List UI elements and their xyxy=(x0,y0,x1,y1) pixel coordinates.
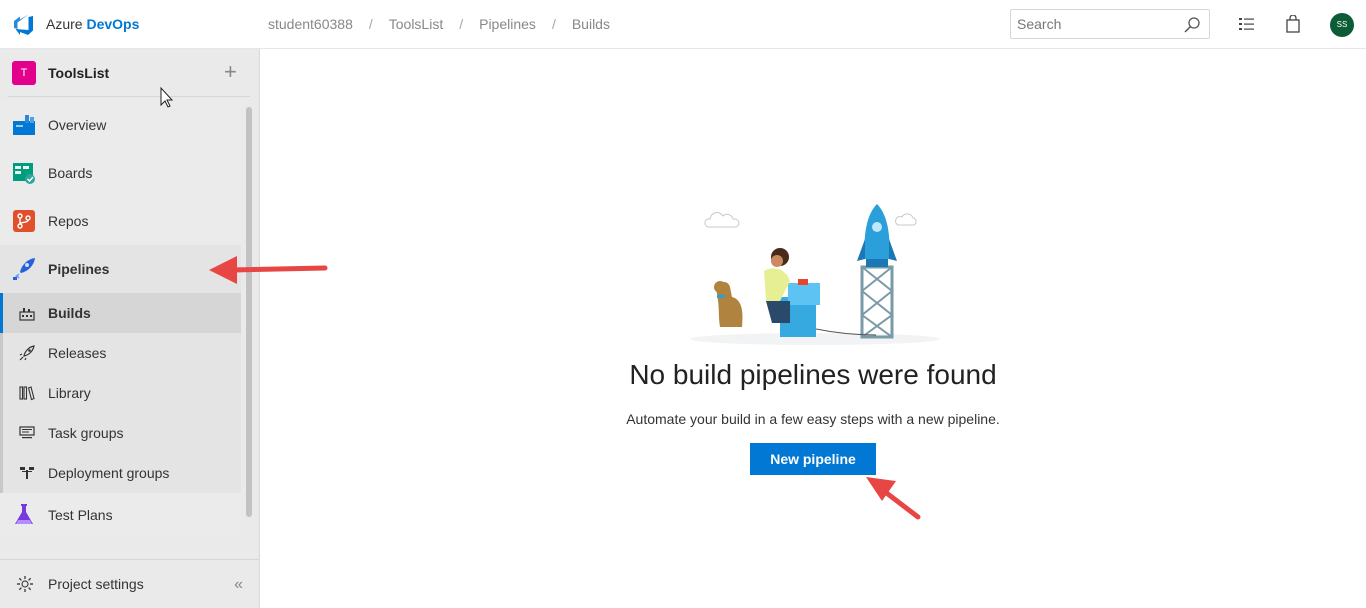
sidebar-item-label: Overview xyxy=(48,117,107,133)
sidebar-subitem-task-groups[interactable]: Task groups xyxy=(0,413,241,453)
azure-devops-logo-icon xyxy=(14,14,33,35)
project-name: ToolsList xyxy=(48,65,110,81)
project-badge: T xyxy=(12,61,36,85)
brand[interactable]: Azure DevOps xyxy=(12,12,139,36)
sidebar-item-label: Repos xyxy=(48,213,89,229)
empty-state-illustration xyxy=(690,204,940,345)
add-icon[interactable]: + xyxy=(224,61,237,83)
pipelines-icon xyxy=(13,258,35,280)
overview-icon xyxy=(13,115,35,135)
sidebar-subitem-library[interactable]: Library xyxy=(0,373,241,413)
empty-state-subtitle: Automate your build in a few easy steps … xyxy=(626,411,1000,427)
user-avatar[interactable]: SS xyxy=(1330,13,1354,37)
repos-icon xyxy=(13,210,35,232)
breadcrumb-separator: / xyxy=(368,16,373,32)
task-groups-icon xyxy=(19,426,35,439)
shopping-bag-icon[interactable] xyxy=(1285,15,1301,33)
breadcrumb-org[interactable]: student60388 xyxy=(268,16,353,32)
sidebar-item-overview[interactable]: Overview xyxy=(0,101,241,149)
breadcrumb-separator: / xyxy=(459,16,464,32)
sidebar-item-test-plans[interactable]: Test Plans xyxy=(0,493,241,537)
sidebar-subitem-label: Releases xyxy=(48,345,107,361)
search-box xyxy=(1010,9,1210,39)
sidebar-subitem-releases[interactable]: Releases xyxy=(0,333,241,373)
deployment-groups-icon xyxy=(20,467,34,479)
brand-text: Azure DevOps xyxy=(46,16,139,32)
boards-icon xyxy=(13,163,35,184)
breadcrumb-builds[interactable]: Builds xyxy=(572,16,610,32)
search-input[interactable] xyxy=(1011,10,1176,38)
brand-suffix: DevOps xyxy=(86,16,140,32)
top-bar: Azure DevOps student60388 / ToolsList / … xyxy=(0,0,1366,49)
sidebar-item-label: Test Plans xyxy=(48,507,113,523)
sidebar-subitem-label: Builds xyxy=(48,305,91,321)
sidebar-item-pipelines[interactable]: Pipelines xyxy=(0,245,241,293)
brand-prefix: Azure xyxy=(46,16,83,32)
nav-list: Overview Boards Repos Pipelines Builds R… xyxy=(0,101,241,537)
main-content: No build pipelines were found Automate y… xyxy=(260,49,1366,608)
sidebar-subitem-builds[interactable]: Builds xyxy=(0,293,241,333)
sidebar-subitem-label: Library xyxy=(48,385,91,401)
new-pipeline-button[interactable]: New pipeline xyxy=(750,443,876,475)
sidebar-item-repos[interactable]: Repos xyxy=(0,197,241,245)
search-icon[interactable] xyxy=(1183,16,1201,34)
project-header[interactable]: T ToolsList xyxy=(12,61,109,85)
divider xyxy=(8,96,250,97)
sidebar-subitem-label: Deployment groups xyxy=(48,465,170,481)
breadcrumb-pipelines[interactable]: Pipelines xyxy=(479,16,536,32)
sidebar: T ToolsList + Overview Boards Repos Pipe… xyxy=(0,49,260,608)
sidebar-item-label: Boards xyxy=(48,165,93,181)
sidebar-subitem-label: Task groups xyxy=(48,425,124,441)
library-icon xyxy=(19,386,35,401)
rocket-icon xyxy=(19,345,35,361)
sidebar-item-label: Pipelines xyxy=(48,261,110,277)
sidebar-subitem-deployment-groups[interactable]: Deployment groups xyxy=(0,453,241,493)
breadcrumb-separator: / xyxy=(551,16,556,32)
builds-icon xyxy=(19,308,35,321)
project-settings[interactable]: Project settings « xyxy=(0,559,259,608)
test-plans-icon xyxy=(15,504,33,524)
gear-icon xyxy=(17,576,33,592)
task-list-icon[interactable] xyxy=(1238,15,1256,33)
sidebar-item-boards[interactable]: Boards xyxy=(0,149,241,197)
project-settings-label: Project settings xyxy=(48,576,144,592)
empty-state-title: No build pipelines were found xyxy=(629,359,997,390)
breadcrumb: student60388 / ToolsList / Pipelines / B… xyxy=(268,16,610,32)
breadcrumb-project[interactable]: ToolsList xyxy=(389,16,443,32)
sidebar-scrollbar[interactable] xyxy=(246,107,252,517)
collapse-sidebar-icon[interactable]: « xyxy=(234,576,243,594)
